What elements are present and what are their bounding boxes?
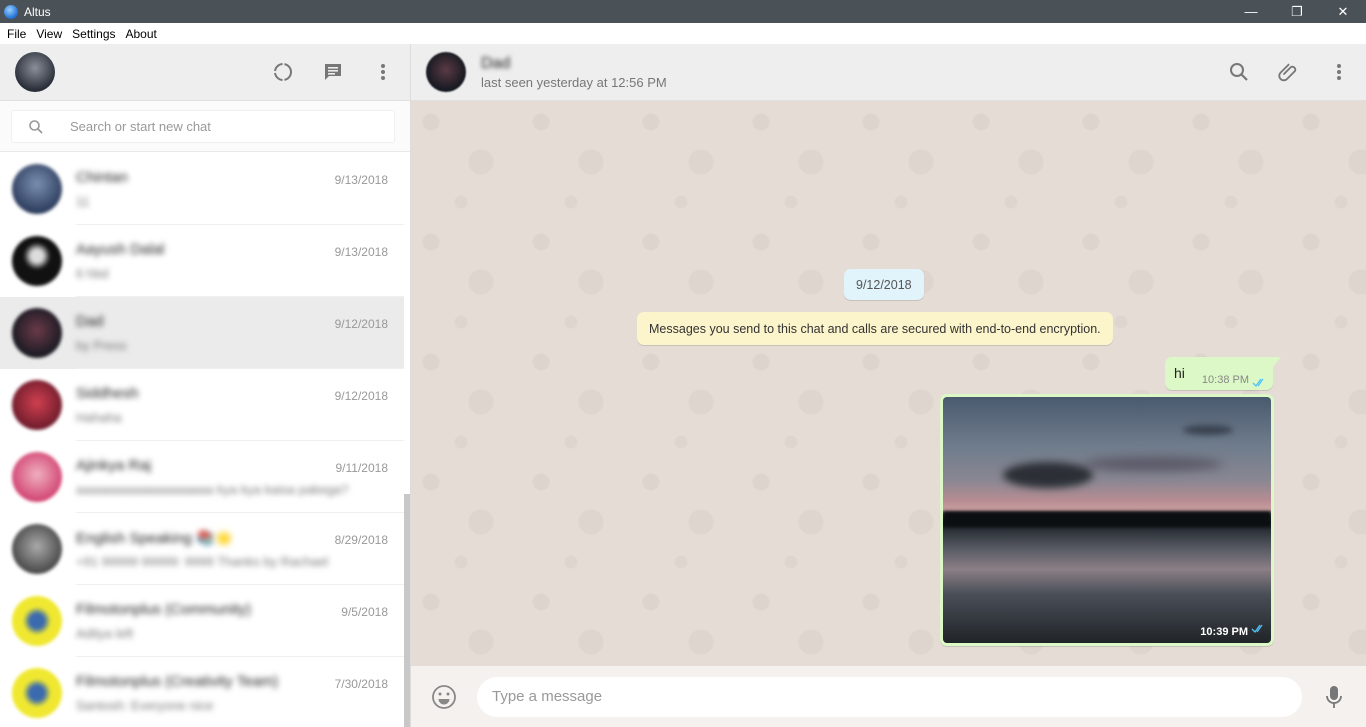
- composer: [411, 666, 1366, 727]
- chat-preview: Hahaha: [76, 410, 122, 425]
- chat-name: Ajinkya Raj: [76, 457, 152, 474]
- contact-name: Dad: [481, 54, 511, 72]
- message-area[interactable]: 9/12/2018 Messages you send to this chat…: [411, 102, 1366, 666]
- chat-date: 9/13/2018: [334, 245, 388, 259]
- chat-preview: aaaaaaaaaaaaaaaaaaa kya kya kaisa pakega…: [76, 482, 349, 497]
- chat-item[interactable]: English Speaking 📚🌟 +91 99999 99999: 999…: [0, 513, 404, 585]
- chat-item[interactable]: Aayush Dalal 6 hbd 9/13/2018: [0, 225, 404, 297]
- search-box[interactable]: [12, 111, 394, 142]
- chat-preview: Aditya left: [76, 626, 134, 641]
- message-time: 10:38 PM: [1201, 374, 1249, 386]
- app-logo-icon: [4, 4, 18, 19]
- message-time: 10:39 PM: [1200, 626, 1248, 638]
- chat-item[interactable]: Siddhesh Hahaha 9/12/2018: [0, 369, 404, 441]
- my-avatar[interactable]: [15, 52, 55, 92]
- chat-name: Dad: [76, 313, 104, 330]
- avatar: [12, 524, 62, 574]
- chat-date: 9/12/2018: [334, 317, 388, 331]
- chat-name: English Speaking 📚🌟: [76, 530, 234, 547]
- avatar: [12, 596, 62, 646]
- chat-date: 9/5/2018: [341, 605, 388, 619]
- avatar: [12, 308, 62, 358]
- new-chat-icon[interactable]: [321, 60, 345, 84]
- status-icon[interactable]: [271, 60, 295, 84]
- avatar: [12, 236, 62, 286]
- search-input[interactable]: [70, 119, 370, 134]
- microphone-icon[interactable]: [1322, 685, 1346, 709]
- chat-item-active[interactable]: Dad by Press 9/12/2018: [0, 297, 404, 369]
- chat-date: 9/12/2018: [334, 389, 388, 403]
- message-text: hi: [1174, 365, 1185, 381]
- menu-file[interactable]: File: [2, 27, 31, 41]
- menu-dots-icon[interactable]: [371, 60, 395, 84]
- chat-preview: 11: [76, 194, 90, 209]
- message-box[interactable]: [477, 676, 1302, 717]
- chat-item[interactable]: Chintan 11 9/13/2018: [0, 153, 404, 225]
- chat-name: Filmotonplus (Creativity Team): [76, 673, 279, 690]
- chat-name: Siddhesh: [76, 385, 139, 402]
- last-seen-text: last seen yesterday at 12:56 PM: [481, 74, 667, 90]
- chat-date: 7/30/2018: [334, 677, 388, 691]
- search-icon: [28, 119, 48, 135]
- chat-list-pane: Chintan 11 9/13/2018 Aayush Dalal 6 hbd …: [0, 44, 411, 727]
- attach-icon[interactable]: [1277, 60, 1301, 84]
- double-check-icon: [1251, 620, 1265, 638]
- emoji-icon[interactable]: [431, 684, 457, 710]
- search-icon[interactable]: [1227, 60, 1251, 84]
- date-divider: 9/12/2018: [844, 269, 924, 300]
- menu-dots-icon[interactable]: [1327, 60, 1351, 84]
- chat-item[interactable]: Filmotonplus (Community) Aditya left 9/5…: [0, 585, 404, 657]
- chat-preview: by Press: [76, 338, 127, 353]
- chat-name: Chintan: [76, 169, 128, 186]
- avatar: [12, 452, 62, 502]
- chat-preview: Santosh: Everyone nice: [76, 698, 214, 713]
- chat-preview: 6 hbd: [76, 266, 109, 281]
- outgoing-image-message[interactable]: 10:39 PM: [940, 394, 1274, 646]
- chat-date: 9/11/2018: [335, 461, 389, 475]
- left-header: [0, 44, 410, 101]
- avatar: [12, 380, 62, 430]
- chat-item[interactable]: Filmotonplus (Creativity Team) Santosh: …: [0, 657, 404, 727]
- sunset-photo[interactable]: [943, 397, 1271, 643]
- chat-list: Chintan 11 9/13/2018 Aayush Dalal 6 hbd …: [0, 153, 404, 727]
- chat-item[interactable]: Ajinkya Raj aaaaaaaaaaaaaaaaaaa kya kya …: [0, 441, 404, 513]
- message-input[interactable]: [492, 688, 1287, 705]
- encryption-notice: Messages you send to this chat and calls…: [637, 312, 1113, 345]
- close-icon[interactable]: ✕: [1320, 0, 1366, 23]
- chat-name: Filmotonplus (Community): [76, 601, 252, 618]
- conversation-pane: Dad last seen yesterday at 12:56 PM 9/12…: [411, 44, 1366, 727]
- avatar: [12, 164, 62, 214]
- contact-info[interactable]: Dad last seen yesterday at 12:56 PM: [481, 55, 1201, 90]
- chat-preview: +91 99999 99999: 9999 Thanks by Rachael: [76, 554, 329, 569]
- contact-avatar[interactable]: [426, 52, 466, 92]
- search-bar: [0, 101, 410, 152]
- title-bar: Altus — ❐ ✕: [0, 0, 1366, 23]
- chat-name: Aayush Dalal: [76, 241, 165, 258]
- menu-bar: File View Settings About: [0, 23, 1366, 44]
- menu-about[interactable]: About: [121, 27, 162, 41]
- window-title: Altus: [24, 4, 51, 19]
- chat-date: 9/13/2018: [334, 173, 388, 187]
- chat-date: 8/29/2018: [334, 533, 388, 547]
- menu-view[interactable]: View: [31, 27, 67, 41]
- conversation-header: Dad last seen yesterday at 12:56 PM: [411, 44, 1366, 101]
- restore-icon[interactable]: ❐: [1274, 0, 1320, 23]
- chat-list-scrollbar[interactable]: [404, 494, 410, 727]
- menu-settings[interactable]: Settings: [67, 27, 120, 41]
- outgoing-message[interactable]: hi 10:38 PM: [1165, 357, 1281, 392]
- avatar: [12, 668, 62, 718]
- double-check-icon: [1252, 374, 1266, 392]
- minimize-icon[interactable]: —: [1228, 0, 1274, 23]
